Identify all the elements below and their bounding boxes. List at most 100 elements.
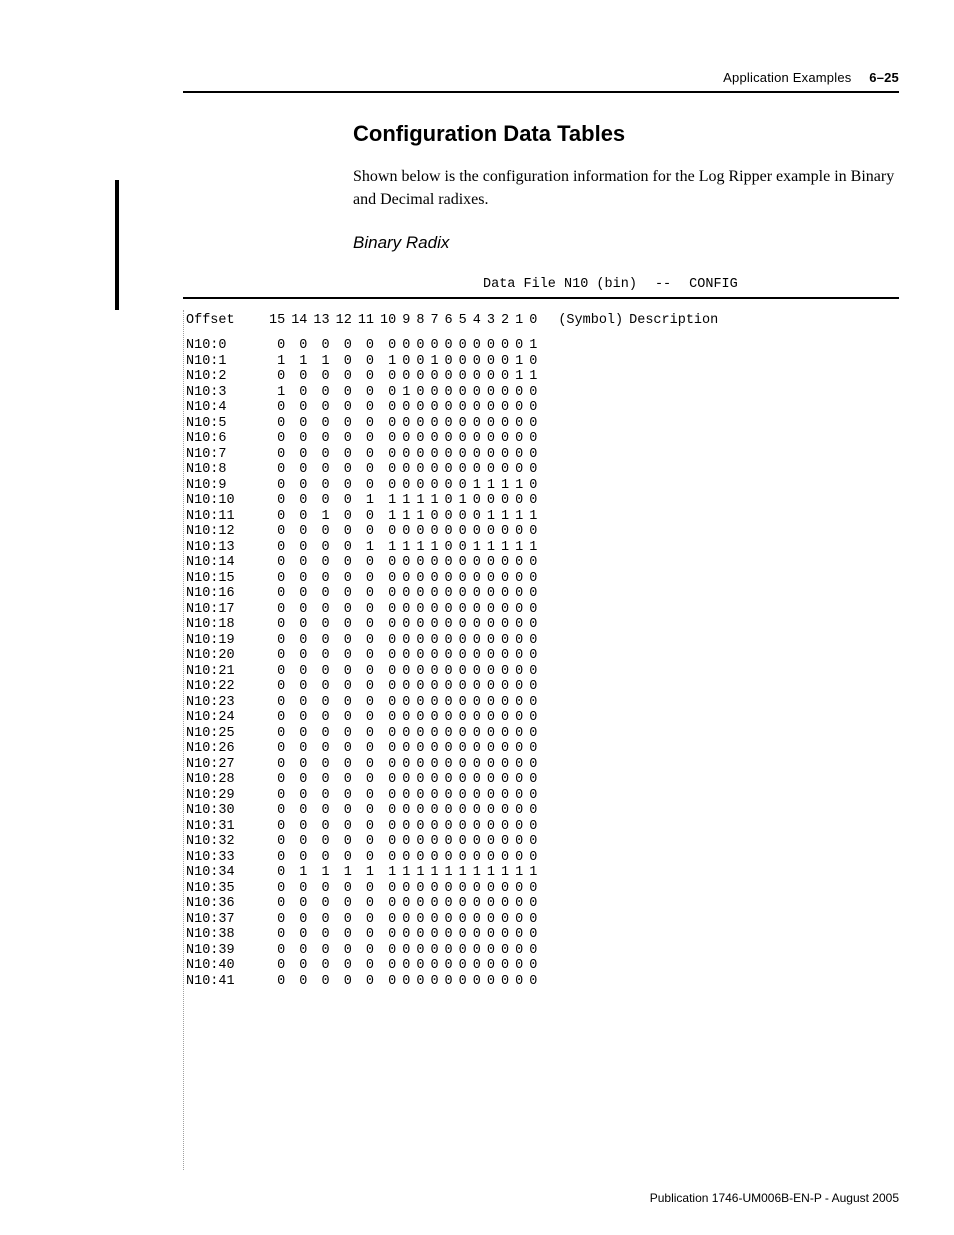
cell-bit: 1 (512, 478, 526, 494)
cell-bit: 0 (512, 493, 526, 509)
cell-bit: 1 (456, 865, 470, 881)
cell-bit: 0 (399, 927, 413, 943)
cell-bit: 0 (377, 431, 399, 447)
cell-bit: 0 (355, 803, 377, 819)
cell-bit: 0 (442, 447, 456, 463)
cell-bit: 1 (377, 865, 399, 881)
cell-offset: N10:1 (183, 354, 266, 370)
cell-bit: 0 (266, 710, 288, 726)
cell-offset: N10:5 (183, 416, 266, 432)
cell-bit: 0 (442, 834, 456, 850)
table-row: N10:100000111110100000 (183, 493, 721, 509)
cell-bit: 0 (427, 757, 441, 773)
cell-bit: 0 (355, 447, 377, 463)
cell-bit: 0 (355, 695, 377, 711)
cell-offset: N10:38 (183, 927, 266, 943)
cell-bit: 0 (456, 710, 470, 726)
cell-bit: 0 (266, 819, 288, 835)
cell-bit: 0 (526, 493, 540, 509)
cell-bit: 0 (442, 772, 456, 788)
cell-bit: 0 (310, 617, 332, 633)
cell-bit: 0 (512, 896, 526, 912)
cell-bit: 0 (470, 726, 484, 742)
cell-offset: N10:4 (183, 400, 266, 416)
cell-bit: 0 (355, 400, 377, 416)
cell-bit: 0 (377, 679, 399, 695)
cell-bit: 0 (427, 710, 441, 726)
cell-bit: 0 (399, 586, 413, 602)
cell-bit: 0 (413, 943, 427, 959)
cell-bit: 0 (333, 648, 355, 664)
cell-bit: 0 (355, 974, 377, 990)
cell-bit: 0 (399, 555, 413, 571)
cell-bit: 0 (470, 881, 484, 897)
cell-bit: 0 (310, 431, 332, 447)
cell-bit: 0 (456, 633, 470, 649)
cell-offset: N10:33 (183, 850, 266, 866)
cell-bit: 1 (413, 509, 427, 525)
cell-bit: 0 (310, 757, 332, 773)
cell-bit: 0 (484, 834, 498, 850)
cell-bit: 0 (526, 819, 540, 835)
cell-bit: 0 (288, 338, 310, 354)
cell-bit: 0 (333, 617, 355, 633)
cell-bit: 0 (456, 974, 470, 990)
cell-bit: 1 (470, 478, 484, 494)
cell-bit: 0 (512, 958, 526, 974)
cell-offset: N10:8 (183, 462, 266, 478)
cell-offset: N10:3 (183, 385, 266, 401)
cell-bit: 0 (470, 509, 484, 525)
cell-bit: 0 (498, 741, 512, 757)
cell-bit: 0 (470, 338, 484, 354)
cell-offset: N10:2 (183, 369, 266, 385)
cell-bit: 1 (512, 369, 526, 385)
cell-bit: 0 (413, 741, 427, 757)
cell-bit: 0 (266, 664, 288, 680)
cell-bit: 0 (498, 958, 512, 974)
table-row: Offset 1514131211109876543210(Symbol)Des… (183, 313, 721, 329)
cell-bit: 0 (310, 772, 332, 788)
cell-bit: 0 (413, 726, 427, 742)
cell-bit: 0 (484, 416, 498, 432)
cell-bit: 0 (310, 943, 332, 959)
cell-bit: 1 (512, 865, 526, 881)
cell-offset: N10:36 (183, 896, 266, 912)
cell-bit: 0 (470, 447, 484, 463)
cell-bit: 0 (377, 850, 399, 866)
cell-bit: 0 (498, 369, 512, 385)
cell-bit: 0 (442, 819, 456, 835)
cell-bit: 0 (512, 757, 526, 773)
cell-bit: 0 (266, 524, 288, 540)
cell-bit: 0 (377, 385, 399, 401)
cell-bit: 0 (498, 896, 512, 912)
cell-bit: 0 (512, 772, 526, 788)
cell-bit: 0 (355, 369, 377, 385)
cell-bit: 1 (355, 540, 377, 556)
header-page-number: 6–25 (869, 70, 899, 85)
cell-bit: 0 (413, 571, 427, 587)
table-row: N10:390000000000000000 (183, 943, 721, 959)
cell-bit: 0 (427, 741, 441, 757)
cell-bit: 1 (498, 478, 512, 494)
cell-bit: 0 (512, 447, 526, 463)
cell-bit: 1 (526, 338, 540, 354)
cell-bit: 0 (470, 369, 484, 385)
cell-bit: 0 (526, 431, 540, 447)
col-offset: Offset (183, 313, 266, 329)
cell-bit: 0 (470, 664, 484, 680)
cell-bit: 0 (399, 834, 413, 850)
cell-bit: 0 (470, 493, 484, 509)
cell-bit: 0 (310, 788, 332, 804)
cell-bit: 0 (512, 400, 526, 416)
cell-bit: 0 (427, 400, 441, 416)
cell-bit: 0 (442, 524, 456, 540)
col-bit: 11 (355, 313, 377, 329)
cell-bit: 0 (355, 943, 377, 959)
cell-bit: 0 (266, 865, 288, 881)
cell-bit: 0 (266, 896, 288, 912)
cell-bit: 1 (512, 509, 526, 525)
cell-bit: 0 (377, 695, 399, 711)
cell-bit: 0 (470, 617, 484, 633)
cell-bit: 0 (413, 664, 427, 680)
cell-bit: 0 (512, 803, 526, 819)
